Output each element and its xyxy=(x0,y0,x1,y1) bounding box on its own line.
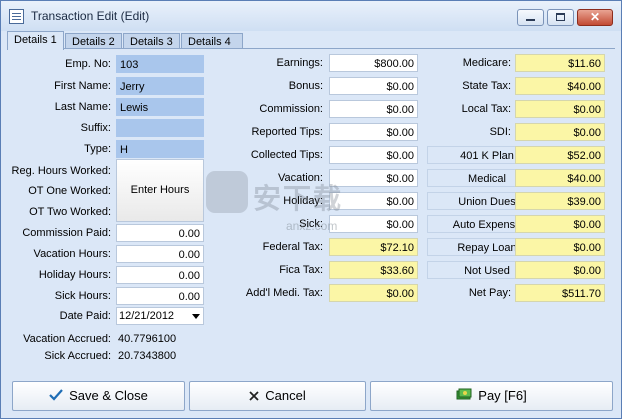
tab-details-1[interactable]: Details 1 xyxy=(7,31,64,50)
local-tax-label: Local Tax: xyxy=(461,103,511,115)
collected-tips-field[interactable]: $0.00 xyxy=(329,146,418,164)
holiday-hours-label: Holiday Hours: xyxy=(38,269,111,281)
minimize-icon xyxy=(526,19,535,21)
first-name-field[interactable]: Jerry xyxy=(116,77,204,95)
deduction-not-used-field: $0.00 xyxy=(515,261,605,279)
cancel-label: Cancel xyxy=(265,388,306,403)
fica-tax-label: Fica Tax: xyxy=(279,264,323,276)
commission-paid-label: Commission Paid: xyxy=(22,227,111,239)
transaction-edit-window: Transaction Edit (Edit) ✕ Details 1 Deta… xyxy=(0,0,622,419)
deduction-union-dues-field: $39.00 xyxy=(515,192,605,210)
maximize-icon xyxy=(556,13,565,21)
watermark-subtext: anxz.com xyxy=(286,219,338,233)
save-close-label: Save & Close xyxy=(69,388,148,403)
app-icon xyxy=(9,9,24,24)
close-button[interactable]: ✕ xyxy=(577,9,613,26)
addl-medi-tax-label: Add'l Medi. Tax: xyxy=(245,287,323,299)
net-pay-field: $511.70 xyxy=(515,284,605,302)
sdi-field: $0.00 xyxy=(515,123,605,141)
checkmark-icon xyxy=(49,383,63,411)
federal-tax-field: $72.10 xyxy=(329,238,418,256)
title-bar[interactable]: Transaction Edit (Edit) ✕ xyxy=(1,1,621,31)
deduction-auto-expense-field: $0.00 xyxy=(515,215,605,233)
holiday-hours-field[interactable]: 0.00 xyxy=(116,266,204,284)
date-paid-dropdown[interactable]: 12/21/2012 xyxy=(116,307,204,325)
bonus-field[interactable]: $0.00 xyxy=(329,77,418,95)
vacation-accrued-value: 40.7796100 xyxy=(118,333,177,345)
earnings-label: Earnings: xyxy=(276,57,323,69)
tab-details-3[interactable]: Details 3 xyxy=(123,33,180,49)
type-label: Type: xyxy=(84,143,111,155)
window-title: Transaction Edit (Edit) xyxy=(31,9,150,23)
tab-divider xyxy=(7,48,615,49)
emp-no-label: Emp. No: xyxy=(65,58,111,70)
dropdown-arrow-icon[interactable] xyxy=(192,314,200,319)
state-tax-field: $40.00 xyxy=(515,77,605,95)
date-paid-value: 12/21/2012 xyxy=(119,310,175,322)
federal-tax-label: Federal Tax: xyxy=(262,241,323,253)
pay-label: Pay [F6] xyxy=(478,388,527,403)
emp-no-field[interactable]: 103 xyxy=(116,55,204,73)
vacation-hours-field[interactable]: 0.00 xyxy=(116,245,204,263)
earnings-field[interactable]: $800.00 xyxy=(329,54,418,72)
enter-hours-button[interactable]: Enter Hours xyxy=(116,159,204,222)
last-name-label: Last Name: xyxy=(54,101,111,113)
date-paid-label: Date Paid: xyxy=(59,310,111,322)
medicare-label: Medicare: xyxy=(462,57,511,69)
tab-details-4[interactable]: Details 4 xyxy=(181,33,243,49)
last-name-field[interactable]: Lewis xyxy=(116,98,204,116)
state-tax-label: State Tax: xyxy=(462,80,511,92)
net-pay-label: Net Pay: xyxy=(468,287,511,299)
fica-tax-field: $33.60 xyxy=(329,261,418,279)
close-icon: ✕ xyxy=(589,10,601,24)
suffix-label: Suffix: xyxy=(80,122,111,134)
deduction-medical-field: $40.00 xyxy=(515,169,605,187)
collected-tips-label: Collected Tips: xyxy=(250,149,323,161)
commission-label: Commission: xyxy=(259,103,323,115)
vacation-accrued-label: Vacation Accrued: xyxy=(23,333,111,345)
sdi-label: SDI: xyxy=(489,126,511,138)
save-close-button[interactable]: Save & Close xyxy=(12,381,185,411)
local-tax-field: $0.00 xyxy=(515,100,605,118)
x-icon xyxy=(249,383,259,411)
reported-tips-field[interactable]: $0.00 xyxy=(329,123,418,141)
pay-button[interactable]: Pay [F6] xyxy=(370,381,613,411)
first-name-label: First Name: xyxy=(54,80,111,92)
commission-paid-field[interactable]: 0.00 xyxy=(116,224,204,242)
watermark-logo xyxy=(206,171,248,213)
sick-hours-field[interactable]: 0.00 xyxy=(116,287,204,305)
addl-medi-tax-field: $0.00 xyxy=(329,284,418,302)
cancel-button[interactable]: Cancel xyxy=(189,381,366,411)
maximize-button[interactable] xyxy=(547,9,574,26)
money-icon xyxy=(456,383,472,411)
reported-tips-label: Reported Tips: xyxy=(251,126,323,138)
sick-field[interactable]: $0.00 xyxy=(329,215,418,233)
sick-accrued-value: 20.7343800 xyxy=(118,350,177,362)
sick-hours-label: Sick Hours: xyxy=(54,290,111,302)
ot-one-label: OT One Worked: xyxy=(28,185,111,197)
commission-field[interactable]: $0.00 xyxy=(329,100,418,118)
deduction-repay-loan-field: $0.00 xyxy=(515,238,605,256)
watermark-text: 安下载 xyxy=(253,183,344,214)
reg-hours-label: Reg. Hours Worked: xyxy=(11,165,111,177)
sick-accrued-label: Sick Accrued: xyxy=(44,350,111,362)
deduction-401k-field: $52.00 xyxy=(515,146,605,164)
ot-two-label: OT Two Worked: xyxy=(29,206,111,218)
bonus-label: Bonus: xyxy=(288,80,323,92)
minimize-button[interactable] xyxy=(517,9,544,26)
suffix-field[interactable] xyxy=(116,119,204,137)
medicare-field: $11.60 xyxy=(515,54,605,72)
type-field[interactable]: H xyxy=(116,140,204,158)
tab-details-2[interactable]: Details 2 xyxy=(65,33,122,49)
vacation-hours-label: Vacation Hours: xyxy=(33,248,111,260)
